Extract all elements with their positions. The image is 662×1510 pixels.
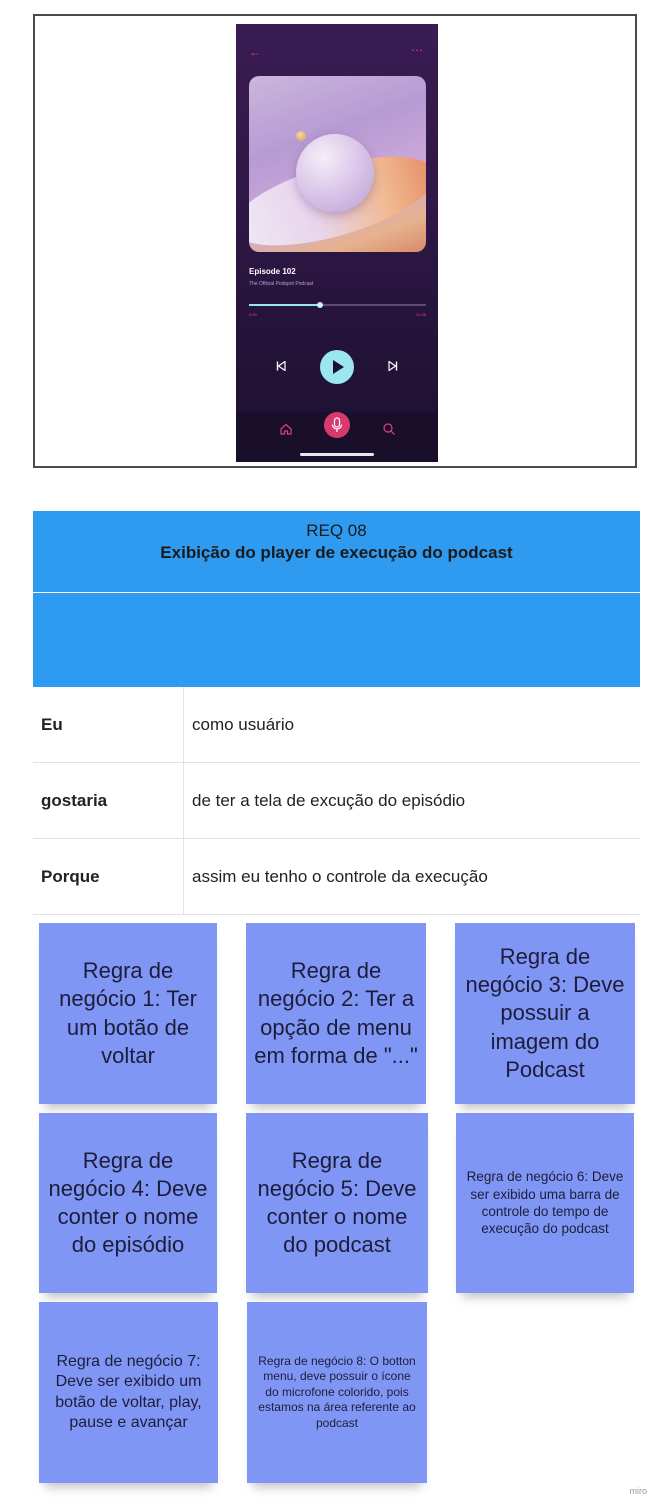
sticky-note-rule-2[interactable]: Regra de negócio 2: Ter a opção de menu … [246,923,426,1104]
row-key: Porque [33,838,184,915]
row-key: Eu [33,687,184,763]
requirement-title: Exibição do player de execução do podcas… [160,543,513,562]
previous-icon[interactable] [274,359,288,373]
requirement-id: REQ 08 [306,521,367,540]
next-icon[interactable] [386,359,400,373]
note-text: Regra de negócio 8: O botton menu, deve … [258,1354,416,1430]
note-text: Regra de negócio 3: Deve possuir a image… [465,944,625,1082]
row-value: como usuário [183,687,640,763]
sticky-note-rule-8[interactable]: Regra de negócio 8: O botton menu, deve … [247,1302,427,1483]
podcast-cover-image [249,76,426,252]
sticky-note-rule-6[interactable]: Regra de negócio 6: Deve ser exibido uma… [456,1113,634,1293]
microphone-icon [331,417,343,432]
note-text: Regra de negócio 5: Deve conter o nome d… [257,1147,417,1258]
user-story-table: Eu como usuário gostaria de ter a tela d… [33,687,640,915]
note-text: Regra de negócio 4: Deve conter o nome d… [48,1147,208,1258]
sticky-note-rule-5[interactable]: Regra de negócio 5: Deve conter o nome d… [246,1113,428,1293]
row-key: gostaria [33,762,184,839]
sticky-note-rule-7[interactable]: Regra de negócio 7: Deve ser exibido um … [39,1302,218,1483]
note-text: Regra de negócio 7: Deve ser exibido um … [55,1352,202,1431]
play-button[interactable] [320,350,354,384]
watermark: miro [629,1486,648,1496]
time-total: 31:36 [415,312,426,317]
sticky-note-rule-1[interactable]: Regra de negócio 1: Ter um botão de volt… [39,923,217,1104]
cover-sphere-shape [296,134,374,212]
episode-title: Episode 102 [249,267,296,276]
playback-controls [236,350,438,386]
home-indicator [300,453,374,456]
microphone-button[interactable] [324,412,350,438]
phone-screen: ← ⋯ Episode 102 The Official Podspot Pod… [236,24,438,462]
row-value: de ter a tela de excução do episódio [183,762,640,839]
time-elapsed: 0:00 [249,312,257,317]
note-text: Regra de negócio 6: Deve ser exibido uma… [466,1169,624,1237]
progress-bar[interactable] [249,302,426,308]
progress-handle[interactable] [316,302,323,308]
more-options-icon[interactable]: ⋯ [411,44,424,56]
table-row: Porque assim eu tenho o controle da exec… [33,838,640,915]
cover-moon-shape [296,131,306,141]
table-row: gostaria de ter a tela de excução do epi… [33,762,640,839]
requirement-header-band [33,593,640,687]
home-icon[interactable] [279,422,293,436]
progress-fill [249,304,320,306]
note-text: Regra de negócio 1: Ter um botão de volt… [59,958,197,1068]
requirement-header: REQ 08 Exibição do player de execução do… [33,511,640,592]
podcast-name: The Official Podspot Podcast [249,281,314,287]
table-row: Eu como usuário [33,687,640,763]
sticky-note-rule-3[interactable]: Regra de negócio 3: Deve possuir a image… [455,923,635,1104]
back-arrow-icon[interactable]: ← [249,46,261,58]
bottom-menu [236,412,438,462]
play-icon [333,360,344,374]
row-value: assim eu tenho o controle da execução [183,838,640,915]
sticky-note-rule-4[interactable]: Regra de negócio 4: Deve conter o nome d… [39,1113,217,1293]
search-icon[interactable] [382,422,396,436]
note-text: Regra de negócio 2: Ter a opção de menu … [254,958,418,1068]
mockup-frame: ← ⋯ Episode 102 The Official Podspot Pod… [33,14,637,468]
